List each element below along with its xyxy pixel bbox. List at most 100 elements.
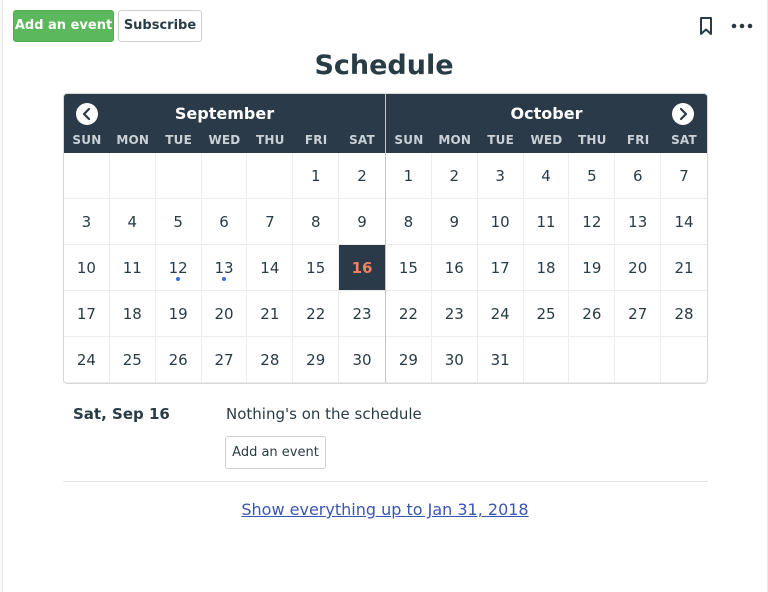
chevron-right-icon bbox=[679, 107, 688, 121]
calendar-day[interactable]: 6 bbox=[201, 199, 248, 245]
calendar-day[interactable]: 10 bbox=[64, 245, 110, 291]
calendar-day[interactable]: 18 bbox=[109, 291, 156, 337]
calendar-day[interactable]: 21 bbox=[247, 291, 294, 337]
calendar-day[interactable]: 14 bbox=[661, 199, 707, 245]
calendar-day[interactable]: 1 bbox=[293, 153, 340, 199]
calendar-day[interactable]: 22 bbox=[386, 291, 432, 337]
bookmark-icon[interactable] bbox=[697, 16, 715, 36]
calendar-day[interactable]: 9 bbox=[431, 199, 478, 245]
calendar-day[interactable]: 24 bbox=[477, 291, 524, 337]
weekday-label: MON bbox=[116, 133, 150, 147]
calendar-day[interactable]: 17 bbox=[477, 245, 524, 291]
weekday-label: SUN bbox=[394, 133, 424, 147]
calendar-day[interactable]: 29 bbox=[386, 337, 432, 383]
event-indicator-dot bbox=[221, 277, 226, 281]
weekday-row: SUN MON TUE WED THU FRI SAT bbox=[386, 133, 707, 147]
weekday-label: SUN bbox=[72, 133, 102, 147]
calendar-day[interactable]: 26 bbox=[569, 291, 616, 337]
calendar-day[interactable]: 28 bbox=[661, 291, 707, 337]
calendar-day[interactable]: 22 bbox=[293, 291, 340, 337]
calendar-empty-cell bbox=[201, 153, 248, 199]
weekday-label: THU bbox=[578, 133, 607, 147]
calendar-day[interactable]: 27 bbox=[201, 337, 248, 383]
calendar-day[interactable]: 13 bbox=[201, 245, 248, 291]
calendar-day[interactable]: 30 bbox=[339, 337, 385, 383]
calendar-day[interactable]: 25 bbox=[523, 291, 570, 337]
calendar-day[interactable]: 15 bbox=[386, 245, 432, 291]
calendar-day[interactable]: 19 bbox=[569, 245, 616, 291]
calendar-day[interactable]: 24 bbox=[64, 337, 110, 383]
calendar-day[interactable]: 20 bbox=[615, 245, 662, 291]
calendar-day[interactable]: 7 bbox=[247, 199, 294, 245]
month-grid-september: 1 2 3 4 5 6 7 8 9 10 11 12 13 14 15 16 17 18 19 20 21 22 23 24 2… bbox=[64, 153, 385, 383]
add-event-button-secondary[interactable]: Add an event bbox=[225, 436, 326, 469]
calendar-empty-cell bbox=[661, 337, 707, 383]
calendar-day[interactable]: 11 bbox=[523, 199, 570, 245]
calendar-empty-cell bbox=[523, 337, 570, 383]
calendar-day[interactable]: 31 bbox=[477, 337, 524, 383]
calendar-day[interactable]: 6 bbox=[615, 153, 662, 199]
calendar-day[interactable]: 15 bbox=[293, 245, 340, 291]
show-everything-link[interactable]: Show everything up to Jan 31, 2018 bbox=[0, 500, 768, 519]
weekday-label: SAT bbox=[671, 133, 697, 147]
event-indicator-dot bbox=[176, 277, 181, 281]
weekday-label: SAT bbox=[349, 133, 375, 147]
calendar-day[interactable]: 27 bbox=[615, 291, 662, 337]
subscribe-button[interactable]: Subscribe bbox=[118, 10, 202, 42]
calendar-day[interactable]: 29 bbox=[293, 337, 340, 383]
calendar-day[interactable]: 9 bbox=[339, 199, 385, 245]
calendar-day[interactable]: 21 bbox=[661, 245, 707, 291]
calendar-day[interactable]: 10 bbox=[477, 199, 524, 245]
calendar-day[interactable]: 25 bbox=[109, 337, 156, 383]
selected-date: Sat, Sep 16 bbox=[73, 405, 170, 423]
weekday-label: THU bbox=[256, 133, 285, 147]
weekday-label: FRI bbox=[304, 133, 328, 147]
calendar-day[interactable]: 26 bbox=[155, 337, 202, 383]
calendar-day[interactable]: 2 bbox=[431, 153, 478, 199]
calendar-day[interactable]: 16 bbox=[431, 245, 478, 291]
weekday-label: MON bbox=[438, 133, 472, 147]
calendar-empty-cell bbox=[64, 153, 110, 199]
calendar-day[interactable]: 3 bbox=[64, 199, 110, 245]
weekday-row: SUN MON TUE WED THU FRI SAT bbox=[64, 133, 385, 147]
calendar-day[interactable]: 5 bbox=[155, 199, 202, 245]
calendar-day[interactable]: 18 bbox=[523, 245, 570, 291]
month-title-september: September bbox=[174, 104, 275, 123]
empty-schedule-message: Nothing's on the schedule bbox=[226, 405, 422, 423]
calendar-day[interactable]: 23 bbox=[431, 291, 478, 337]
more-icon[interactable] bbox=[730, 16, 754, 36]
next-month-button[interactable] bbox=[672, 103, 694, 125]
calendar-day[interactable]: 3 bbox=[477, 153, 524, 199]
calendar-day[interactable]: 7 bbox=[661, 153, 707, 199]
calendar-day[interactable]: 12 bbox=[155, 245, 202, 291]
calendar-day[interactable]: 11 bbox=[109, 245, 156, 291]
calendar-day[interactable]: 4 bbox=[109, 199, 156, 245]
weekday-label: WED bbox=[208, 133, 241, 147]
calendar-day[interactable]: 4 bbox=[523, 153, 570, 199]
weekday-label: TUE bbox=[165, 133, 192, 147]
calendar-day[interactable]: 28 bbox=[247, 337, 294, 383]
page-title: Schedule bbox=[314, 50, 454, 81]
calendar-day[interactable]: 8 bbox=[293, 199, 340, 245]
month-divider bbox=[385, 94, 386, 383]
calendar-day[interactable]: 19 bbox=[155, 291, 202, 337]
calendar-day[interactable]: 30 bbox=[431, 337, 478, 383]
calendar-day[interactable]: 14 bbox=[247, 245, 294, 291]
weekday-label: FRI bbox=[626, 133, 650, 147]
calendar-day[interactable]: 5 bbox=[569, 153, 616, 199]
calendar-day-selected[interactable]: 16 bbox=[339, 245, 385, 291]
calendar-empty-cell bbox=[109, 153, 156, 199]
calendar-day[interactable]: 20 bbox=[201, 291, 248, 337]
calendar-day[interactable]: 13 bbox=[615, 199, 662, 245]
calendar-day[interactable]: 23 bbox=[339, 291, 385, 337]
calendar-day[interactable]: 1 bbox=[386, 153, 432, 199]
weekday-label: WED bbox=[530, 133, 563, 147]
calendar-empty-cell bbox=[569, 337, 616, 383]
calendar-day[interactable]: 8 bbox=[386, 199, 432, 245]
add-event-button[interactable]: Add an event bbox=[13, 10, 114, 42]
calendar-day[interactable]: 12 bbox=[569, 199, 616, 245]
month-grid-october: 1 2 3 4 5 6 7 8 9 10 11 12 13 14 15 16 17 18 19 20 21 22 23 24 2… bbox=[386, 153, 707, 383]
calendar-day[interactable]: 17 bbox=[64, 291, 110, 337]
calendar: September October SUN MON TUE WED THU FRI SAT … bbox=[63, 93, 708, 384]
calendar-day[interactable]: 2 bbox=[339, 153, 385, 199]
